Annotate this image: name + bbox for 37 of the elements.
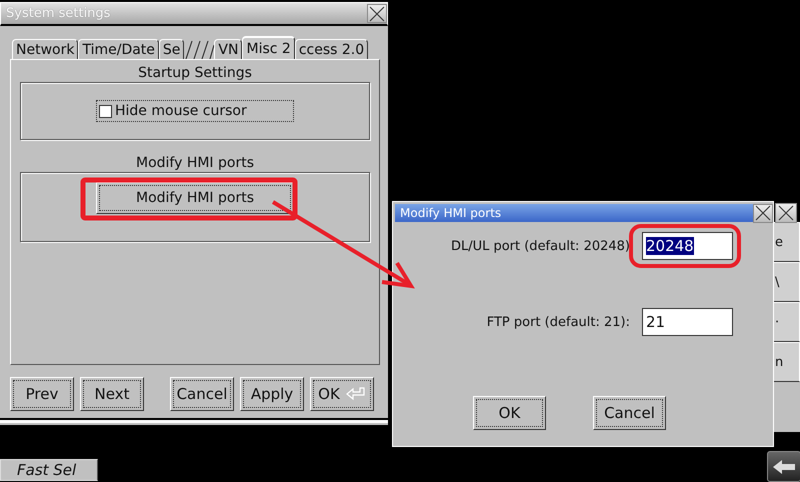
background-button[interactable]: \ xyxy=(772,262,800,302)
group-title: Startup Settings xyxy=(137,64,253,82)
close-icon xyxy=(778,205,794,221)
tab[interactable]: Se xyxy=(158,39,184,59)
close-button[interactable] xyxy=(775,203,797,223)
close-button[interactable] xyxy=(753,204,773,222)
tab-slivers-drawing xyxy=(184,39,214,59)
window-button[interactable]: OK xyxy=(310,377,374,411)
window-title: System settings xyxy=(5,6,112,21)
tab[interactable]: Misc 2 xyxy=(242,36,295,59)
dialog-button[interactable]: Cancel xyxy=(593,396,666,430)
port-field[interactable]: 21 xyxy=(642,308,733,336)
background-button[interactable]: e xyxy=(772,222,800,262)
tab[interactable]: Time/Date xyxy=(78,39,159,59)
hide-cursor-checkbox[interactable]: Hide mouse cursor xyxy=(96,100,294,122)
dialog-title: Modify HMI ports xyxy=(399,206,502,220)
background-button[interactable]: · xyxy=(772,302,800,342)
window-button[interactable]: Next xyxy=(80,377,144,411)
fast-sel-button[interactable]: Fast Sel xyxy=(0,459,98,481)
close-button[interactable] xyxy=(367,4,387,23)
dialog-button[interactable]: OK xyxy=(473,396,546,430)
field-label: FTP port (default: 21): xyxy=(486,314,630,330)
close-icon xyxy=(755,205,771,221)
field-label: DL/UL port (default: 20248) xyxy=(450,238,630,254)
background-button[interactable]: n xyxy=(772,342,800,382)
window-button[interactable]: Prev xyxy=(10,377,74,411)
arrow-left-icon xyxy=(772,458,796,474)
group-title: Modify HMI ports xyxy=(134,154,255,172)
window-button[interactable]: Cancel xyxy=(170,377,234,411)
window-button[interactable]: Apply xyxy=(240,377,304,411)
tab[interactable]: Network xyxy=(12,39,78,59)
close-icon xyxy=(369,6,385,22)
back-button[interactable] xyxy=(767,451,800,482)
port-field[interactable]: 20248 xyxy=(642,232,733,260)
tab[interactable]: ccess 2.0 xyxy=(294,39,368,59)
tab[interactable]: VN xyxy=(214,39,242,59)
modify-ports-button[interactable]: Modify HMI ports xyxy=(96,182,294,214)
